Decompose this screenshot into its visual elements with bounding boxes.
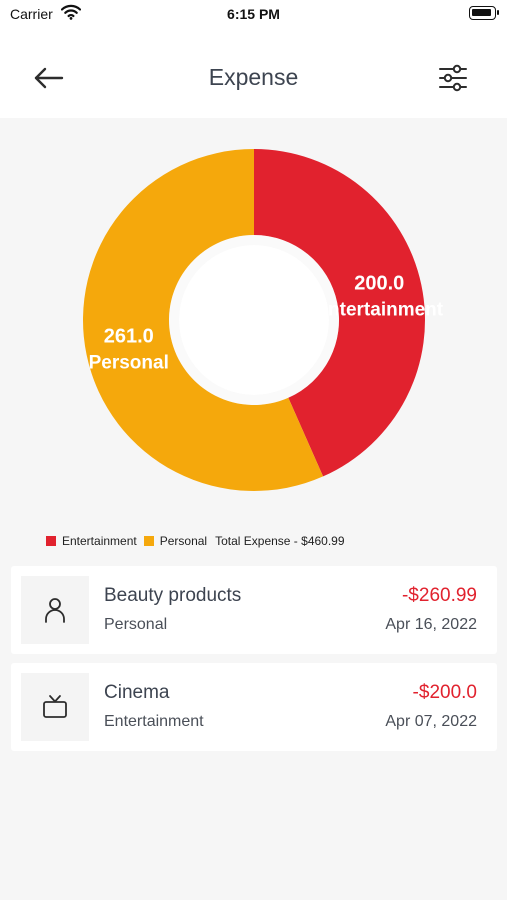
- back-button[interactable]: [32, 62, 72, 94]
- data-label-value-personal: 261.0: [104, 325, 154, 347]
- legend-item-entertainment[interactable]: Entertainment: [46, 534, 137, 548]
- transaction-date: Apr 07, 2022: [385, 713, 477, 730]
- transaction-list: Beauty products Personal -$260.99 Apr 16…: [11, 566, 497, 760]
- status-time: 6:15 PM: [227, 6, 280, 22]
- transaction-item[interactable]: Cinema Entertainment -$200.0 Apr 07, 202…: [11, 663, 497, 751]
- legend-swatch-entertainment: [46, 536, 56, 546]
- transaction-amount: -$200.0: [412, 682, 477, 703]
- legend-label-entertainment: Entertainment: [62, 534, 137, 548]
- data-label-value-entertainment: 200.0: [354, 273, 404, 295]
- transaction-amount: -$260.99: [401, 585, 477, 606]
- total-expense-label: Total Expense - $460.99: [215, 534, 345, 548]
- navigation-bar: Expense: [0, 30, 507, 118]
- transaction-name: Beauty products: [104, 585, 242, 606]
- legend-label-personal: Personal: [159, 534, 208, 548]
- arrow-left-icon: [34, 67, 64, 89]
- person-icon: [45, 598, 65, 623]
- status-bar: Carrier 6:15 PM: [0, 0, 507, 30]
- expense-donut-chart: 200.0 Entertainment 261.0 Personal: [0, 118, 507, 518]
- donut-chart-svg: 200.0 Entertainment 261.0 Personal: [82, 149, 444, 492]
- transaction-name: Cinema: [104, 682, 170, 703]
- data-label-category-personal: Personal: [89, 352, 169, 373]
- data-label-category-entertainment: Entertainment: [315, 300, 443, 321]
- battery-icon: [469, 6, 499, 20]
- chart-legend: Entertainment Personal Total Expense - $…: [46, 533, 345, 549]
- legend-swatch-personal: [143, 536, 154, 546]
- transaction-date: Apr 16, 2022: [385, 616, 477, 633]
- donut-hole: [179, 245, 329, 395]
- transaction-category: Entertainment: [104, 713, 204, 730]
- transaction-icon-box: [21, 673, 89, 741]
- transaction-icon-box: [21, 576, 89, 644]
- legend-item-personal[interactable]: Personal: [143, 534, 208, 548]
- tv-icon: [43, 695, 67, 718]
- transaction-item[interactable]: Beauty products Personal -$260.99 Apr 16…: [11, 566, 497, 654]
- transaction-category: Personal: [104, 616, 168, 633]
- page-title: Expense: [208, 64, 299, 90]
- sliders-icon: [439, 64, 467, 92]
- filter-button[interactable]: [437, 62, 469, 94]
